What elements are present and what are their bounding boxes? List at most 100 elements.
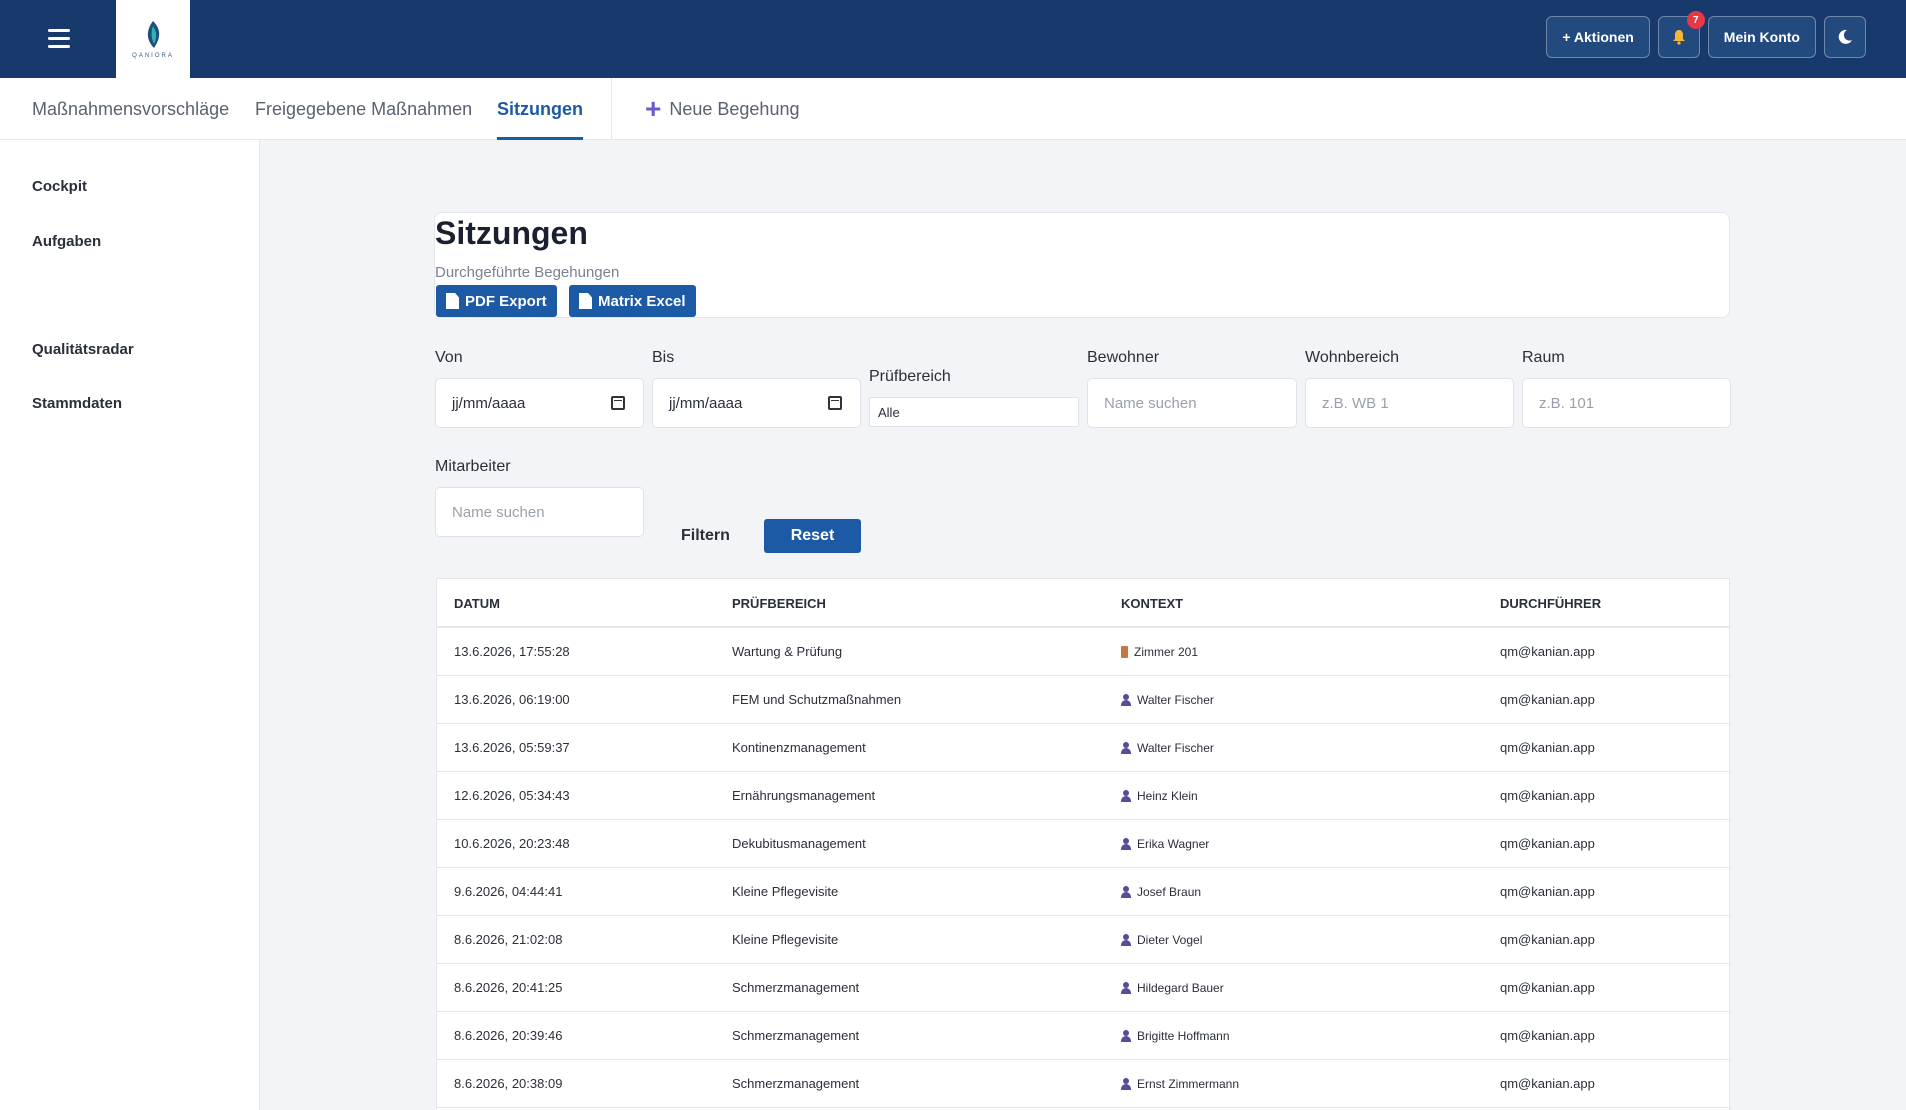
- person-icon: [1121, 694, 1131, 706]
- bis-date-input[interactable]: jj/mm/aaaa: [652, 378, 861, 428]
- table-row[interactable]: 9.6.2026, 04:44:41 Kleine Pflegevisite Jos…: [437, 868, 1731, 916]
- cell-pruefbereich: Dekubitusmanagement: [732, 836, 866, 851]
- table-row[interactable]: 8.6.2026, 20:38:09 Schmerzmanagement Ernst…: [437, 1060, 1731, 1108]
- leaf-logo-icon: [147, 20, 160, 48]
- cell-durchfuehrer: qm@kanian.app: [1500, 740, 1595, 755]
- sessions-table: Datum Prüfbereich Kontext Durchführer 13…: [436, 578, 1731, 1110]
- cell-datum: 13.6.2026, 17:55:28: [454, 644, 570, 659]
- cell-datum: 8.6.2026, 20:39:46: [454, 1028, 563, 1043]
- cell-durchfuehrer: qm@kanian.app: [1500, 788, 1595, 803]
- table-row[interactable]: 10.6.2026, 20:23:48 Dekubitusmanagement Er…: [437, 820, 1731, 868]
- pruefbereich-select[interactable]: Alle: [869, 397, 1079, 427]
- my-account-button[interactable]: Mein Konto: [1707, 16, 1816, 58]
- pdf-export-label: PDF Export: [465, 292, 547, 310]
- logo[interactable]: QANIORA: [116, 0, 190, 78]
- raum-label: Raum: [1522, 349, 1565, 366]
- person-icon: [1121, 934, 1131, 946]
- tab-massnahmensvorschlaege[interactable]: Maßnahmensvorschläge: [32, 78, 229, 140]
- table-row[interactable]: 13.6.2026, 06:19:00 FEM und Schutzmaßnahm…: [437, 676, 1731, 724]
- von-date-input[interactable]: jj/mm/aaaa: [435, 378, 644, 428]
- hamburger-menu-icon[interactable]: [44, 24, 74, 54]
- kontext-label: Josef Braun: [1137, 885, 1202, 899]
- kontext-label: Zimmer 201: [1134, 645, 1199, 659]
- pruefbereich-label: Prüfbereich: [869, 368, 951, 385]
- brand-name: QANIORA: [132, 52, 174, 59]
- cell-datum: 8.6.2026, 20:38:09: [454, 1076, 563, 1091]
- plus-icon: +: [645, 93, 662, 124]
- bewohner-label: Bewohner: [1087, 349, 1160, 366]
- notifications-button[interactable]: 7: [1657, 11, 1705, 58]
- actions-button[interactable]: + Aktionen: [1546, 16, 1650, 58]
- wohnbereich-label: Wohnbereich: [1305, 349, 1399, 366]
- cell-durchfuehrer: qm@kanian.app: [1500, 836, 1595, 851]
- mitarbeiter-label: Mitarbeiter: [435, 458, 511, 475]
- excel-file-icon: [579, 293, 592, 309]
- tab-freigegebene-massnahmen[interactable]: Freigegebene Maßnahmen: [255, 78, 472, 140]
- cell-datum: 9.6.2026, 04:44:41: [454, 884, 563, 899]
- table-row[interactable]: 13.6.2026, 17:55:28 Wartung & Prüfung Zimm…: [437, 628, 1731, 676]
- person-icon: [1121, 1030, 1131, 1042]
- door-icon: [1121, 646, 1128, 658]
- sidebar-item-stammdaten[interactable]: Stammdaten: [32, 395, 122, 412]
- cell-kontext: Ernst Zimmermann: [1121, 1060, 1239, 1108]
- kontext-label: Erika Wagner: [1137, 837, 1210, 851]
- dark-mode-toggle[interactable]: [1824, 16, 1866, 58]
- bis-date-value: jj/mm/aaaa: [669, 394, 743, 412]
- column-header-durchfuehrer[interactable]: Durchführer: [1500, 579, 1601, 628]
- person-icon: [1121, 838, 1131, 850]
- column-header-kontext[interactable]: Kontext: [1121, 579, 1183, 628]
- cell-pruefbereich: Kleine Pflegevisite: [732, 884, 839, 899]
- wohnbereich-input[interactable]: z.B. WB 1: [1305, 378, 1514, 428]
- cell-pruefbereich: Schmerzmanagement: [732, 1028, 860, 1043]
- matrix-excel-button[interactable]: Matrix Excel: [569, 285, 696, 317]
- column-header-pruefbereich[interactable]: Prüfbereich: [732, 579, 826, 628]
- new-inspection-label: Neue Begehung: [669, 99, 800, 119]
- tab-sitzungen[interactable]: Sitzungen: [497, 78, 583, 140]
- calendar-icon[interactable]: [828, 396, 842, 410]
- cell-durchfuehrer: qm@kanian.app: [1500, 644, 1595, 659]
- notification-count-badge: 7: [1686, 11, 1705, 29]
- bewohner-search-input[interactable]: Name suchen: [1087, 378, 1297, 428]
- sidebar-item-qualitaetsradar[interactable]: Qualitätsradar: [32, 341, 134, 358]
- table-row[interactable]: 13.6.2026, 05:59:37 Kontinenzmanagement Wa…: [437, 724, 1731, 772]
- table-row[interactable]: 8.6.2026, 20:41:25 Schmerzmanagement Hilde…: [437, 964, 1731, 1012]
- column-header-datum[interactable]: Datum: [454, 579, 500, 628]
- pdf-export-button[interactable]: PDF Export: [436, 285, 557, 317]
- cell-kontext: Walter Fischer: [1121, 724, 1214, 772]
- kontext-label: Ernst Zimmermann: [1137, 1077, 1240, 1091]
- table-row[interactable]: 8.6.2026, 21:02:08 Kleine Pflegevisite Die…: [437, 916, 1731, 964]
- cell-datum: 8.6.2026, 21:02:08: [454, 932, 563, 947]
- bis-label: Bis: [652, 349, 675, 366]
- page-title: Sitzungen: [435, 215, 588, 251]
- person-icon: [1121, 982, 1131, 994]
- sidebar: Cockpit Aufgaben Qualitätsradar Stammdat…: [0, 140, 260, 1110]
- pdf-file-icon: [446, 293, 459, 309]
- mitarbeiter-search-input[interactable]: Name suchen: [435, 487, 644, 537]
- cell-datum: 12.6.2026, 05:34:43: [454, 788, 570, 803]
- sidebar-item-aufgaben[interactable]: Aufgaben: [32, 233, 101, 250]
- cell-kontext: Brigitte Hoffmann: [1121, 1012, 1230, 1060]
- cell-kontext: Hildegard Bauer: [1121, 964, 1224, 1012]
- tab-bar: Maßnahmensvorschläge Freigegebene Maßnah…: [0, 78, 1906, 140]
- cell-durchfuehrer: qm@kanian.app: [1500, 932, 1595, 947]
- sidebar-item-cockpit[interactable]: Cockpit: [32, 178, 87, 195]
- table-row[interactable]: 8.6.2026, 20:39:46 Schmerzmanagement Brigi…: [437, 1012, 1731, 1060]
- reset-button[interactable]: Reset: [764, 519, 861, 553]
- cell-datum: 8.6.2026, 20:41:25: [454, 980, 563, 995]
- filter-button[interactable]: Filtern: [681, 527, 730, 545]
- cell-pruefbereich: Kleine Pflegevisite: [732, 932, 839, 947]
- kontext-label: Walter Fischer: [1137, 693, 1214, 707]
- calendar-icon[interactable]: [611, 396, 625, 410]
- person-icon: [1121, 790, 1131, 802]
- raum-input[interactable]: z.B. 101: [1522, 378, 1731, 428]
- cell-kontext: Dieter Vogel: [1121, 916, 1202, 964]
- new-inspection-button[interactable]: + Neue Begehung: [645, 78, 799, 140]
- cell-durchfuehrer: qm@kanian.app: [1500, 980, 1595, 995]
- cell-kontext: Heinz Klein: [1121, 772, 1198, 820]
- bell-icon: [1672, 30, 1685, 45]
- table-row[interactable]: 12.6.2026, 05:34:43 Ernährungsmanagement H…: [437, 772, 1731, 820]
- cell-durchfuehrer: qm@kanian.app: [1500, 1028, 1595, 1043]
- cell-durchfuehrer: qm@kanian.app: [1500, 692, 1595, 707]
- cell-durchfuehrer: qm@kanian.app: [1500, 884, 1595, 899]
- kontext-label: Dieter Vogel: [1137, 933, 1203, 947]
